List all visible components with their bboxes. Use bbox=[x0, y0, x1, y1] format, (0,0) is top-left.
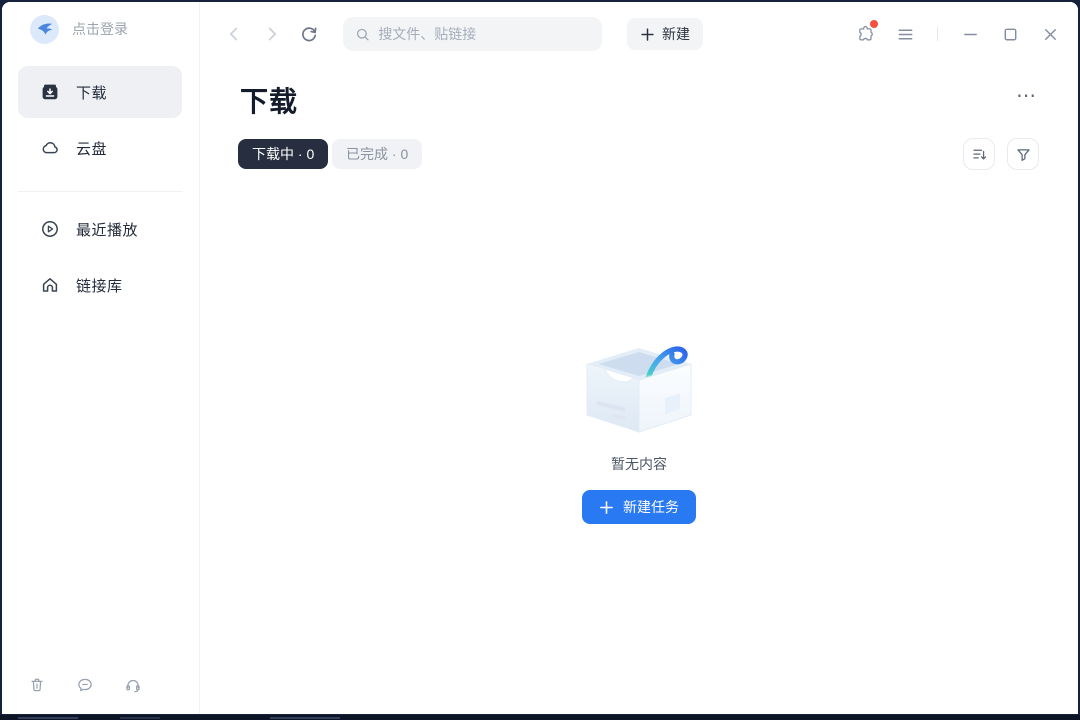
tab-downloading[interactable]: 下载中 · 0 bbox=[238, 139, 329, 169]
feedback-chat-icon[interactable] bbox=[76, 676, 94, 694]
plus-icon bbox=[600, 500, 613, 514]
sidebar-item-label: 云盘 bbox=[76, 140, 108, 158]
sidebar-item-label: 链接库 bbox=[76, 277, 123, 295]
avatar[interactable] bbox=[30, 14, 59, 44]
login-label: 点击登录 bbox=[72, 21, 128, 37]
empty-state: 暂无内容 新建任务 bbox=[200, 324, 1078, 524]
sidebar-item-downloads[interactable]: 下载 bbox=[18, 66, 182, 118]
back-icon[interactable] bbox=[224, 24, 244, 44]
main-area: 新建 下载 ⋯ 下载中 · 0 已完成 bbox=[200, 2, 1078, 714]
trash-icon[interactable] bbox=[28, 676, 46, 694]
cloud-icon bbox=[42, 142, 58, 154]
search-icon bbox=[356, 28, 369, 40]
desktop-artifacts bbox=[0, 715, 1080, 720]
notification-dot bbox=[870, 20, 878, 28]
main-menu-icon[interactable] bbox=[896, 25, 915, 44]
filter-funnel-icon bbox=[1016, 148, 1030, 161]
new-task-button[interactable]: 新建任务 bbox=[582, 490, 696, 524]
sidebar-item-cloud-drive[interactable]: 云盘 bbox=[18, 122, 182, 174]
sidebar-item-label: 最近播放 bbox=[76, 221, 139, 239]
sidebar-bottom-actions bbox=[28, 676, 142, 694]
filter-button[interactable] bbox=[1007, 138, 1039, 170]
login-button[interactable]: 点击登录 bbox=[30, 14, 128, 44]
empty-box-illustration bbox=[586, 346, 692, 433]
sidebar: 点击登录 下载 云盘 最近播放 链接库 bbox=[2, 2, 200, 714]
headset-support-icon[interactable] bbox=[124, 676, 142, 694]
window-frame: 点击登录 下载 云盘 最近播放 链接库 搜文件、贴链接 新建 下载 ⋯ 下载中 … bbox=[0, 0, 1080, 720]
sort-icon bbox=[972, 149, 986, 160]
play-circle-icon bbox=[42, 221, 58, 237]
app-window: 点击登录 下载 云盘 最近播放 链接库 搜文件、贴链接 新建 下载 ⋯ 下载中 … bbox=[2, 2, 1078, 714]
page-title: 下载 bbox=[240, 86, 299, 117]
new-button-label: 新建 bbox=[662, 26, 690, 42]
new-button[interactable]: 新建 bbox=[627, 18, 703, 50]
plus-icon bbox=[641, 27, 654, 41]
titlebar-divider bbox=[937, 27, 938, 41]
search-bar[interactable] bbox=[343, 17, 602, 51]
close-icon[interactable] bbox=[1041, 25, 1060, 44]
forward-icon[interactable] bbox=[262, 24, 282, 44]
sidebar-divider bbox=[18, 191, 183, 192]
minimize-icon[interactable] bbox=[961, 25, 980, 44]
empty-message: 暂无内容 bbox=[611, 456, 667, 472]
tab-completed[interactable]: 已完成 · 0 bbox=[332, 139, 423, 169]
sidebar-item-label: 下载 bbox=[76, 84, 108, 102]
sidebar-item-link-library[interactable]: 链接库 bbox=[18, 259, 182, 311]
sidebar-item-recently-played[interactable]: 最近播放 bbox=[18, 203, 182, 255]
maximize-icon[interactable] bbox=[1001, 25, 1020, 44]
sort-button[interactable] bbox=[963, 138, 995, 170]
new-task-label: 新建任务 bbox=[623, 499, 679, 515]
bird-logo-icon bbox=[37, 23, 52, 35]
download-box-icon bbox=[42, 84, 58, 100]
more-options-button[interactable]: ⋯ bbox=[1016, 86, 1038, 106]
refresh-icon[interactable] bbox=[299, 24, 319, 44]
home-icon bbox=[42, 278, 58, 292]
search-input[interactable] bbox=[378, 26, 590, 42]
